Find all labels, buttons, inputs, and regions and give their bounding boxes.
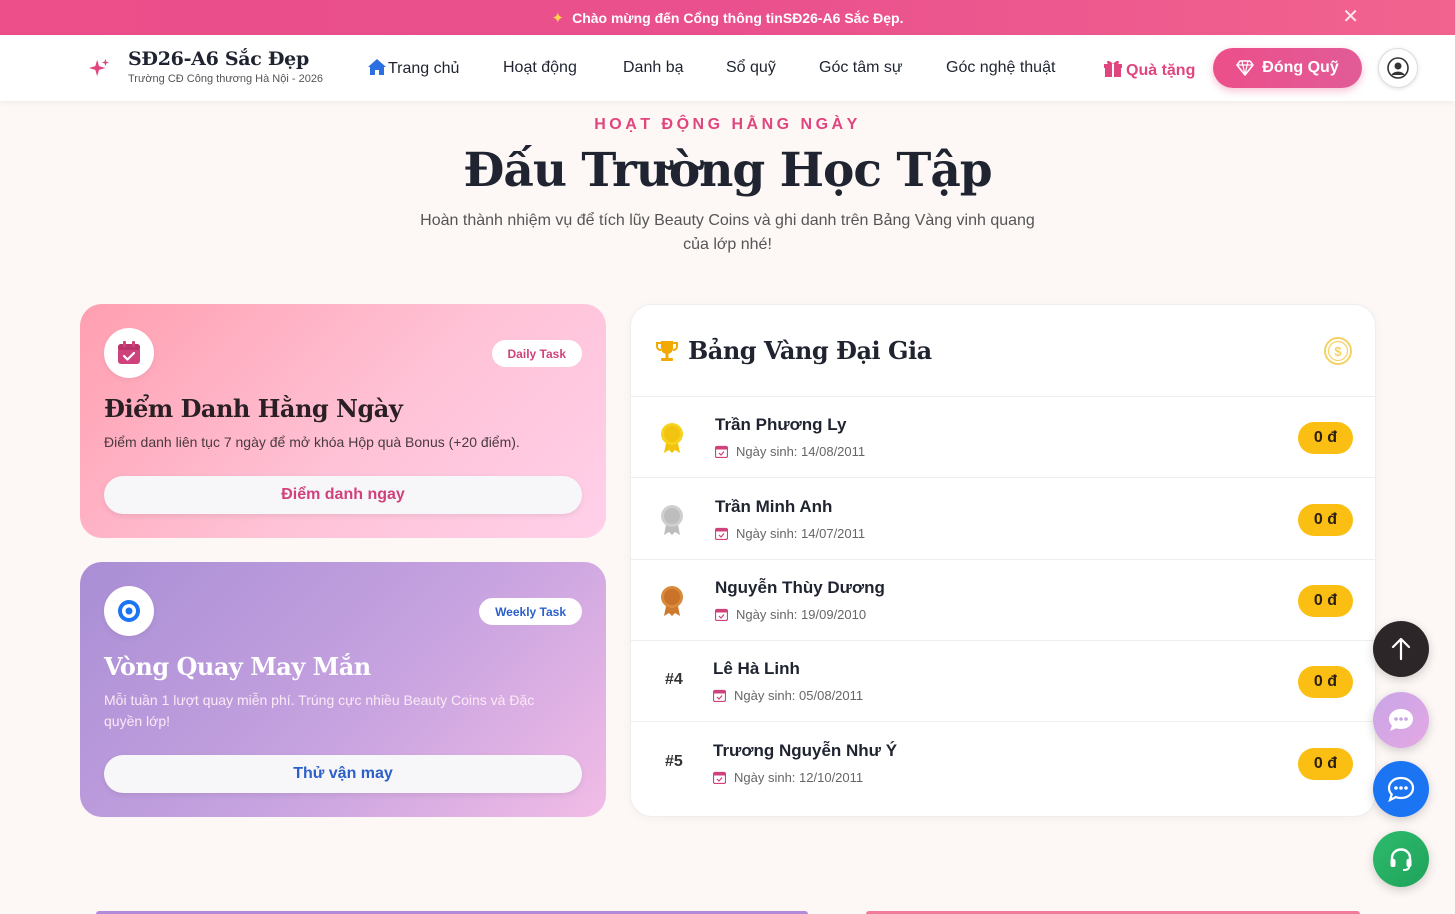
leaderboard-header: Bảng Vàng Đại Gia $ [631,305,1375,397]
member-name: Trần Minh Anh [715,497,833,516]
chat-button[interactable] [1373,692,1429,748]
daily-task-badge: Daily Task [491,340,582,367]
svg-text:$: $ [1334,344,1342,359]
calendar-icon [713,689,726,702]
brand-subtitle: Trường CĐ Công thương Hà Nội - 2026 [128,73,324,85]
leaderboard-row[interactable]: #4 Lê Hà Linh Ngày sinh: 05/08/2011 0 đ [631,641,1375,722]
checkin-button[interactable]: Điểm danh ngay [104,476,582,514]
nav-home[interactable]: Trang chủ [368,59,459,78]
nav-contacts[interactable]: Danh bạ [623,59,684,77]
rank-number: #5 [665,753,683,770]
amount-badge: 0 đ [1297,748,1353,780]
diamond-icon [1236,60,1255,76]
member-birthdate: Ngày sinh: 19/09/2010 [715,607,866,622]
nav-confide[interactable]: Góc tâm sự [819,59,903,77]
page-title: Đấu Trường Học Tập [463,143,992,198]
amount-badge: 0 đ [1297,422,1353,454]
leaderboard-row[interactable]: #5 Trương Nguyễn Như Ý Ngày sinh: 12/10/… [631,723,1375,804]
site-header: SĐ26-A6 Sắc Đẹp Trường CĐ Công thương Hà… [0,35,1455,101]
scroll-top-button[interactable] [1373,621,1429,677]
daily-icon-circle [104,328,154,378]
member-name: Trần Phương Ly [715,415,847,434]
calendar-check-icon [118,341,140,364]
spin-wheel-button[interactable]: Thử vận may [104,755,582,793]
weekly-description: Mỗi tuần 1 lượt quay miễn phí. Trúng cực… [104,692,535,729]
leaderboard-row[interactable]: Nguyễn Thùy Dương Ngày sinh: 19/09/2010 … [631,560,1375,641]
announcement-highlight: SĐ26-A6 Sắc Đẹp [782,9,900,26]
member-birthdate: Ngày sinh: 14/07/2011 [715,526,865,541]
member-birthdate-text: Ngày sinh: 14/08/2011 [736,444,866,459]
member-birthdate: Ngày sinh: 12/10/2011 [713,770,863,785]
daily-title: Điểm Danh Hằng Ngày [104,394,403,423]
gold-medal-icon [661,423,683,453]
chat-bubble-icon [1389,709,1413,731]
member-birthdate-text: Ngày sinh: 05/08/2011 [734,688,864,703]
amount-badge: 0 đ [1297,666,1353,698]
member-birthdate-text: Ngày sinh: 12/10/2011 [734,770,864,785]
arrow-up-icon [1391,637,1411,661]
member-name: Lê Hà Linh [713,659,800,678]
pay-fund-label: Đóng Quỹ [1262,59,1339,76]
nav-fund-book[interactable]: Sổ quỹ [726,59,776,77]
support-button[interactable] [1373,831,1429,887]
lucky-wheel-card: Weekly Task Vòng Quay May Mắn Mỗi tuần 1… [80,562,606,817]
trophy-icon [656,341,678,361]
user-circle-icon [1387,57,1409,79]
nav-activities[interactable]: Hoạt động [503,59,577,77]
member-name: Nguyễn Thùy Dương [715,578,885,597]
page-description: Hoàn thành nhiệm vụ để tích lũy Beauty C… [420,212,1035,253]
target-icon [118,600,140,622]
calendar-icon [715,445,728,458]
member-birthdate-text: Ngày sinh: 14/07/2011 [736,526,866,541]
weekly-icon-circle [104,586,154,636]
dollar-coin-icon: $ [1324,337,1352,365]
member-birthdate: Ngày sinh: 05/08/2011 [713,688,863,703]
announcement-suffix: . [899,9,904,26]
messenger-icon [1387,776,1415,803]
silver-medal-icon [661,505,683,535]
headset-icon [1390,848,1412,871]
amount-badge: 0 đ [1297,504,1353,536]
section-eyebrow: HOẠT ĐỘNG HẰNG NGÀY [594,116,861,133]
weekly-title: Vòng Quay May Mắn [104,652,371,681]
gift-icon [1104,60,1122,77]
leaderboard-row[interactable]: Trần Minh Anh Ngày sinh: 14/07/2011 0 đ [631,479,1375,560]
announcement-bar: ✦ Chào mừng đến Cổng thông tin SĐ26-A6 S… [0,0,1455,35]
home-icon [368,59,386,75]
announcement-prefix: Chào mừng đến Cổng thông tin [572,9,783,26]
nav-gifts[interactable]: Quà tặng [1103,59,1195,80]
sparkle-icon: ✦ [551,9,565,27]
bronze-medal-icon [661,586,683,616]
daily-checkin-card: Daily Task Điểm Danh Hằng Ngày Điểm danh… [80,304,606,538]
member-name: Trương Nguyễn Như Ý [713,741,898,760]
weekly-task-badge: Weekly Task [479,598,582,625]
brand-title[interactable]: SĐ26-A6 Sắc Đẹp [128,48,309,70]
amount-badge: 0 đ [1297,585,1353,617]
messenger-button[interactable] [1373,761,1429,817]
leaderboard: Bảng Vàng Đại Gia $ Trần Phương Ly Ngày … [630,304,1376,817]
member-birthdate: Ngày sinh: 14/08/2011 [715,444,865,459]
member-birthdate-text: Ngày sinh: 19/09/2010 [736,607,867,622]
calendar-icon [713,771,726,784]
nav-art[interactable]: Góc nghệ thuật [946,59,1055,77]
sparkle-icon [88,58,110,77]
daily-description: Điểm danh liên tục 7 ngày để mở khóa Hộp… [104,434,520,450]
calendar-icon [715,527,728,540]
nav-gifts-label: Quà tặng [1126,62,1196,79]
user-account-button[interactable] [1378,48,1418,88]
calendar-icon [715,608,728,621]
rank-number: #4 [665,671,683,688]
leaderboard-row[interactable]: Trần Phương Ly Ngày sinh: 14/08/2011 0 đ [631,397,1375,478]
close-icon[interactable]: ✕ [1342,7,1359,27]
pay-fund-button[interactable]: Đóng Quỹ [1213,48,1362,88]
leaderboard-title: Bảng Vàng Đại Gia [688,336,932,365]
nav-home-label: Trang chủ [388,60,460,77]
